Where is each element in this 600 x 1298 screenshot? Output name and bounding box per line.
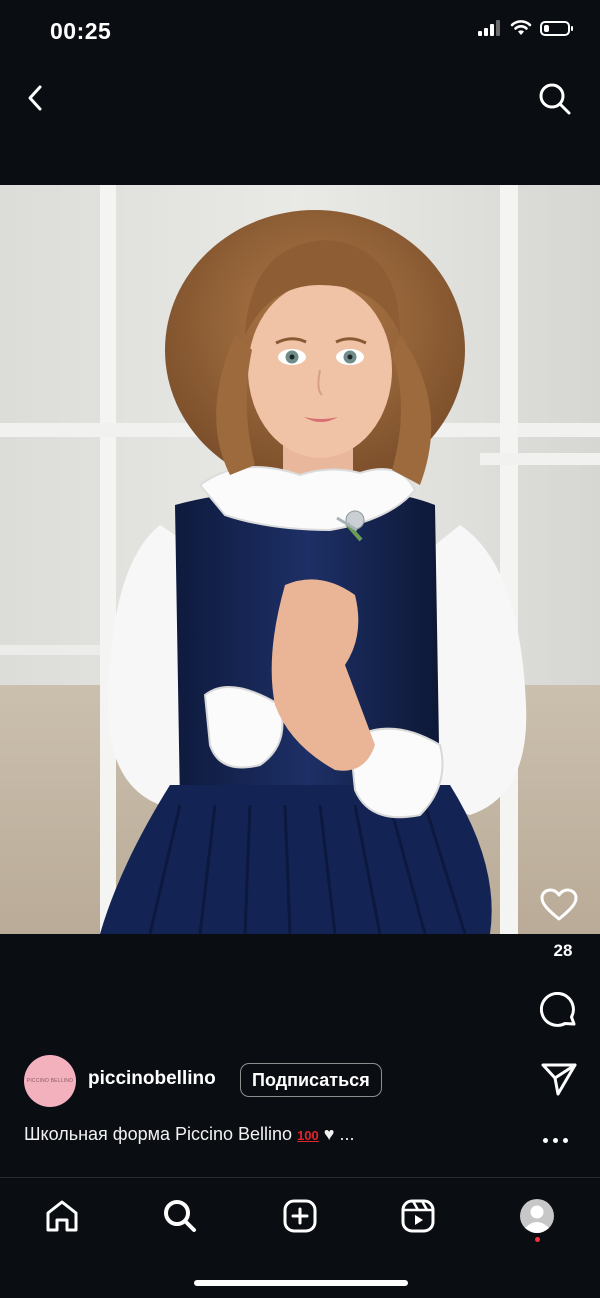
cellular-signal-icon [478,20,500,36]
profile-icon [520,1199,554,1233]
status-time: 00:25 [50,18,112,44]
chevron-left-icon [28,85,42,111]
post-caption[interactable]: Школьная форма Piccino Bellino 100 ♥ ... [24,1124,355,1145]
author-avatar[interactable]: PICCINO BELLINO [24,1055,76,1107]
more-options-icon[interactable] [543,1138,568,1143]
heart-icon [540,888,578,921]
reels-icon [401,1199,435,1233]
search-button[interactable] [534,78,576,120]
home-indicator[interactable] [194,1280,408,1286]
like-button[interactable] [538,884,580,926]
wifi-icon [510,20,532,35]
avatar-logo-text: PICCINO BELLINO [26,1078,74,1084]
tab-profile[interactable] [517,1196,557,1236]
tab-create[interactable] [280,1196,320,1236]
tab-search[interactable] [160,1196,200,1236]
comment-icon [540,992,576,1027]
author-username[interactable]: piccinobellino [88,1068,216,1090]
battery-icon [540,20,573,36]
paper-plane-icon [541,1063,577,1096]
tab-home[interactable] [42,1196,82,1236]
like-count[interactable]: 28 [548,941,578,961]
share-button[interactable] [538,1058,580,1100]
profile-notification-dot [535,1237,540,1242]
comment-button[interactable] [538,990,580,1032]
post-photo[interactable] [0,185,600,934]
search-icon [539,83,571,115]
post-image [0,185,600,934]
caption-text: Школьная форма Piccino Bellino [24,1124,293,1144]
search-icon [164,1200,196,1232]
bottom-tab-bar [0,1178,600,1258]
status-icons [478,20,573,36]
back-button[interactable] [18,80,54,116]
tab-reels[interactable] [398,1196,438,1236]
follow-button[interactable]: Подписаться [240,1063,382,1097]
home-icon [46,1200,78,1232]
caption-tail: ♥ ... [323,1124,355,1144]
hundred-points-icon: 100 [297,1128,319,1143]
create-icon [283,1199,317,1233]
